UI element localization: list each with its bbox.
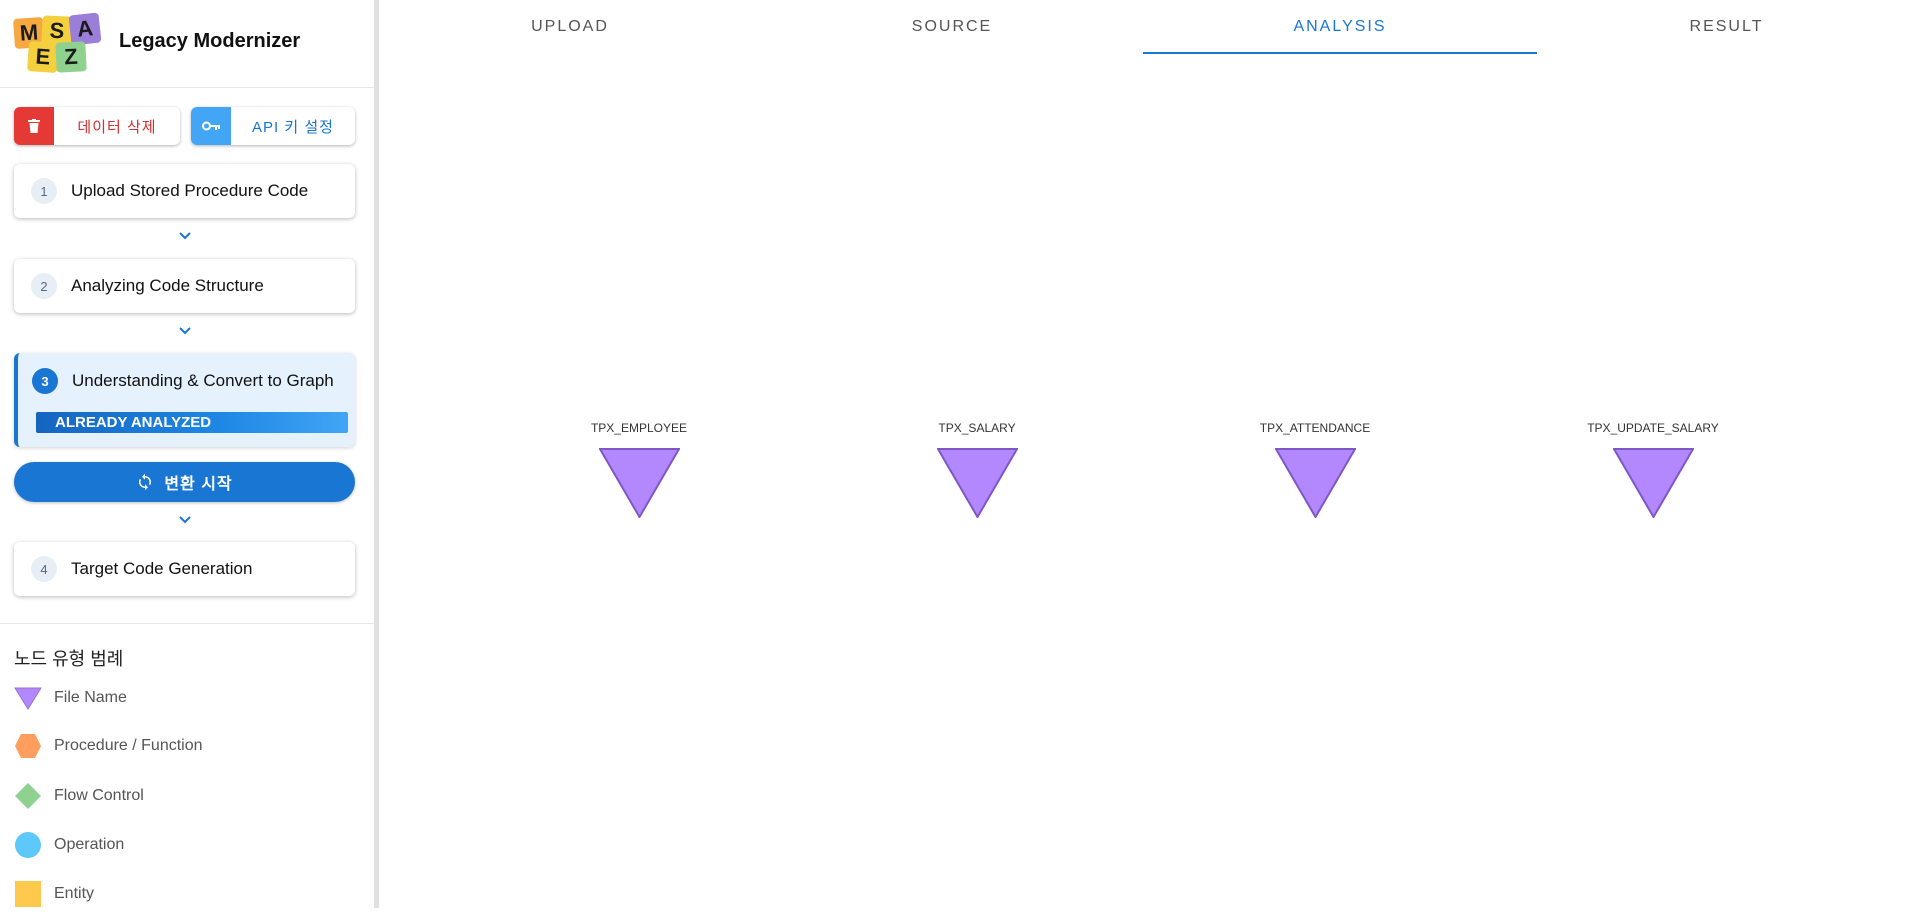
step-3-understanding[interactable]: 3 Understanding & Convert to Graph ALREA… [14, 353, 355, 447]
app-logo: M S A E Z [12, 12, 110, 74]
step-number: 2 [31, 273, 57, 299]
delete-data-label: 데이터 삭제 [77, 118, 157, 136]
legend-title: 노드 유형 범례 [14, 649, 124, 669]
step-label: Understanding & Convert to Graph [72, 371, 334, 390]
chevron-down-icon [179, 327, 191, 335]
legend-label: File Name [54, 689, 127, 706]
circle-icon [14, 831, 42, 859]
tab-bar: UPLOAD SOURCE ANALYSIS RESULT [379, 0, 1916, 54]
legend-item-flow-control: Flow Control [14, 781, 144, 811]
delete-data-button[interactable]: 데이터 삭제 [14, 107, 180, 145]
step-label: Upload Stored Procedure Code [71, 181, 309, 200]
sidebar: M S A E Z Legacy Modernizer 데이터 삭제 API 키… [0, 0, 374, 920]
tab-result[interactable]: RESULT [1537, 0, 1916, 54]
legend-label: Flow Control [54, 787, 144, 804]
api-key-button[interactable]: API 키 설정 [191, 107, 355, 145]
legend-item-entity: Entity [14, 879, 94, 909]
api-key-label: API 키 설정 [252, 118, 334, 136]
key-icon [191, 107, 231, 145]
graph-node-file[interactable] [1275, 447, 1356, 518]
node-label: TPX_UPDATE_SALARY [1587, 421, 1719, 435]
chevron-down-icon [179, 232, 191, 240]
legend-label: Procedure / Function [54, 737, 203, 754]
step-2-analyzing[interactable]: 2 Analyzing Code Structure [14, 259, 355, 313]
chevron-down-icon [179, 516, 191, 524]
legend-label: Entity [54, 885, 95, 902]
square-icon [14, 880, 42, 908]
logo-tile: A [68, 12, 102, 46]
divider [0, 87, 374, 88]
step-label: Target Code Generation [71, 559, 253, 578]
diamond-icon [14, 782, 42, 810]
convert-start-label: 변환 시작 [164, 476, 233, 493]
hexagon-icon [14, 732, 42, 760]
divider [0, 623, 374, 624]
legend-label: Operation [54, 836, 125, 853]
logo-tile: E [26, 40, 60, 74]
graph-node-file[interactable] [599, 447, 680, 518]
step-1-upload[interactable]: 1 Upload Stored Procedure Code [14, 164, 355, 218]
brand: M S A E Z [12, 12, 110, 74]
tab-source[interactable]: SOURCE [761, 0, 1143, 54]
graph-node-file[interactable] [1613, 447, 1694, 518]
convert-start-button[interactable]: 변환 시작 [14, 462, 355, 502]
step-number: 4 [31, 556, 57, 582]
trash-icon [14, 107, 54, 145]
graph-canvas[interactable]: TPX_EMPLOYEE TPX_SALARY TPX_ATTENDANCE T… [379, 54, 1916, 920]
triangle-down-icon [14, 684, 42, 712]
tab-upload[interactable]: UPLOAD [379, 0, 761, 54]
legend-item-file-name: File Name [14, 683, 127, 713]
step-number: 3 [32, 368, 58, 394]
already-analyzed-badge: ALREADY ANALYZED [36, 412, 348, 433]
tab-analysis[interactable]: ANALYSIS [1143, 0, 1537, 54]
sync-icon [139, 473, 152, 491]
step-label: Analyzing Code Structure [71, 276, 264, 295]
node-label: TPX_ATTENDANCE [1259, 421, 1371, 435]
step-4-target-generation[interactable]: 4 Target Code Generation [14, 542, 355, 596]
app-title: Legacy Modernizer [119, 30, 301, 52]
logo-tile: Z [55, 41, 87, 73]
legend-item-procedure: Procedure / Function [14, 731, 203, 761]
graph-node-file[interactable] [937, 447, 1018, 518]
step-number: 1 [31, 178, 57, 204]
node-label: TPX_SALARY [938, 421, 1016, 435]
legend-item-operation: Operation [14, 830, 124, 860]
node-label: TPX_EMPLOYEE [590, 421, 688, 435]
